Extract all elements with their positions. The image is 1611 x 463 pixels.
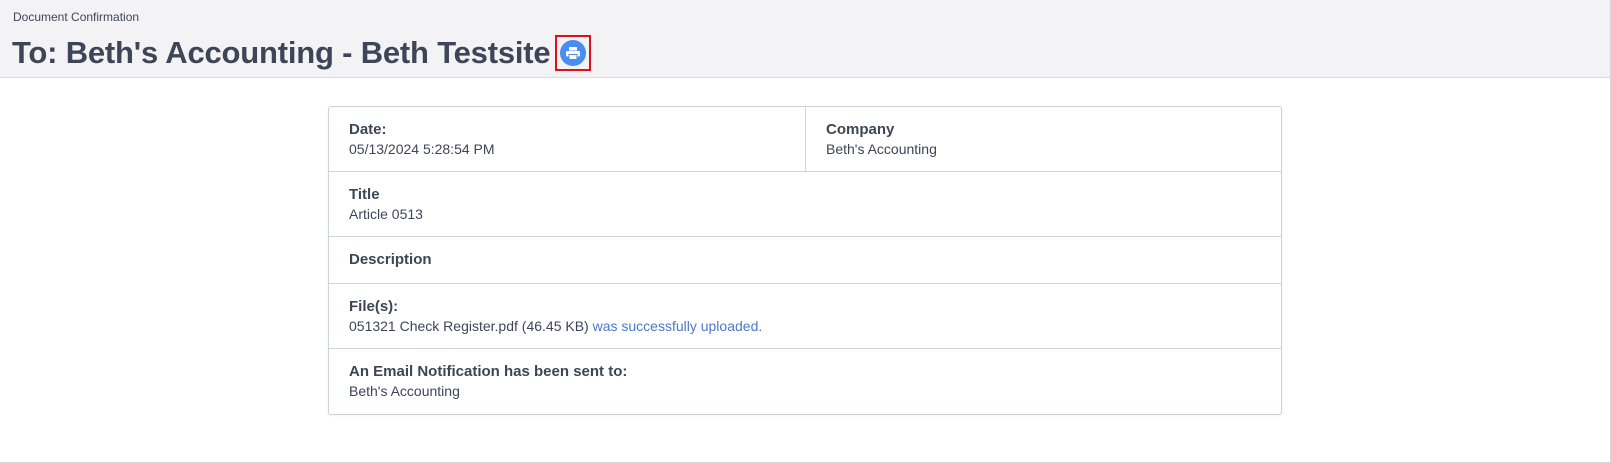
description-row: Description [329, 237, 1281, 284]
notification-row: An Email Notification has been sent to: … [329, 349, 1281, 414]
upload-status: was successfully uploaded. [592, 318, 763, 334]
title-row: To: Beth's Accounting - Beth Testsite [12, 33, 592, 73]
print-icon[interactable] [560, 40, 587, 66]
date-label: Date: [349, 121, 387, 138]
files-row: File(s): 051321 Check Register.pdf (46.4… [329, 284, 1281, 349]
files-label: File(s): [349, 298, 399, 315]
date-company-row: Date: 05/13/2024 5:28:54 PM Company Beth… [329, 107, 1281, 172]
title-label: Title [349, 186, 380, 203]
file-name: 051321 Check Register.pdf (46.45 KB) [349, 318, 589, 334]
breadcrumb: Document Confirmation [13, 10, 140, 24]
notification-value: Beth's Accounting [349, 383, 460, 399]
company-cell: Company Beth's Accounting [806, 107, 1281, 171]
document-confirmation-page: Document Confirmation To: Beth's Account… [0, 0, 1611, 463]
file-info: 051321 Check Register.pdf (46.45 KB) was… [349, 318, 762, 334]
company-value: Beth's Accounting [826, 141, 937, 157]
date-value: 05/13/2024 5:28:54 PM [349, 141, 495, 157]
title-value: Article 0513 [349, 206, 423, 222]
description-label: Description [349, 251, 432, 268]
company-label: Company [826, 121, 895, 138]
title-row-detail: Title Article 0513 [329, 172, 1281, 237]
confirmation-details-card: Date: 05/13/2024 5:28:54 PM Company Beth… [328, 106, 1282, 415]
date-cell: Date: 05/13/2024 5:28:54 PM [329, 107, 805, 171]
page-header: Document Confirmation To: Beth's Account… [0, 0, 1610, 78]
print-button[interactable] [555, 35, 592, 71]
page-title: To: Beth's Accounting - Beth Testsite [12, 35, 551, 70]
notification-label: An Email Notification has been sent to: [349, 363, 628, 380]
